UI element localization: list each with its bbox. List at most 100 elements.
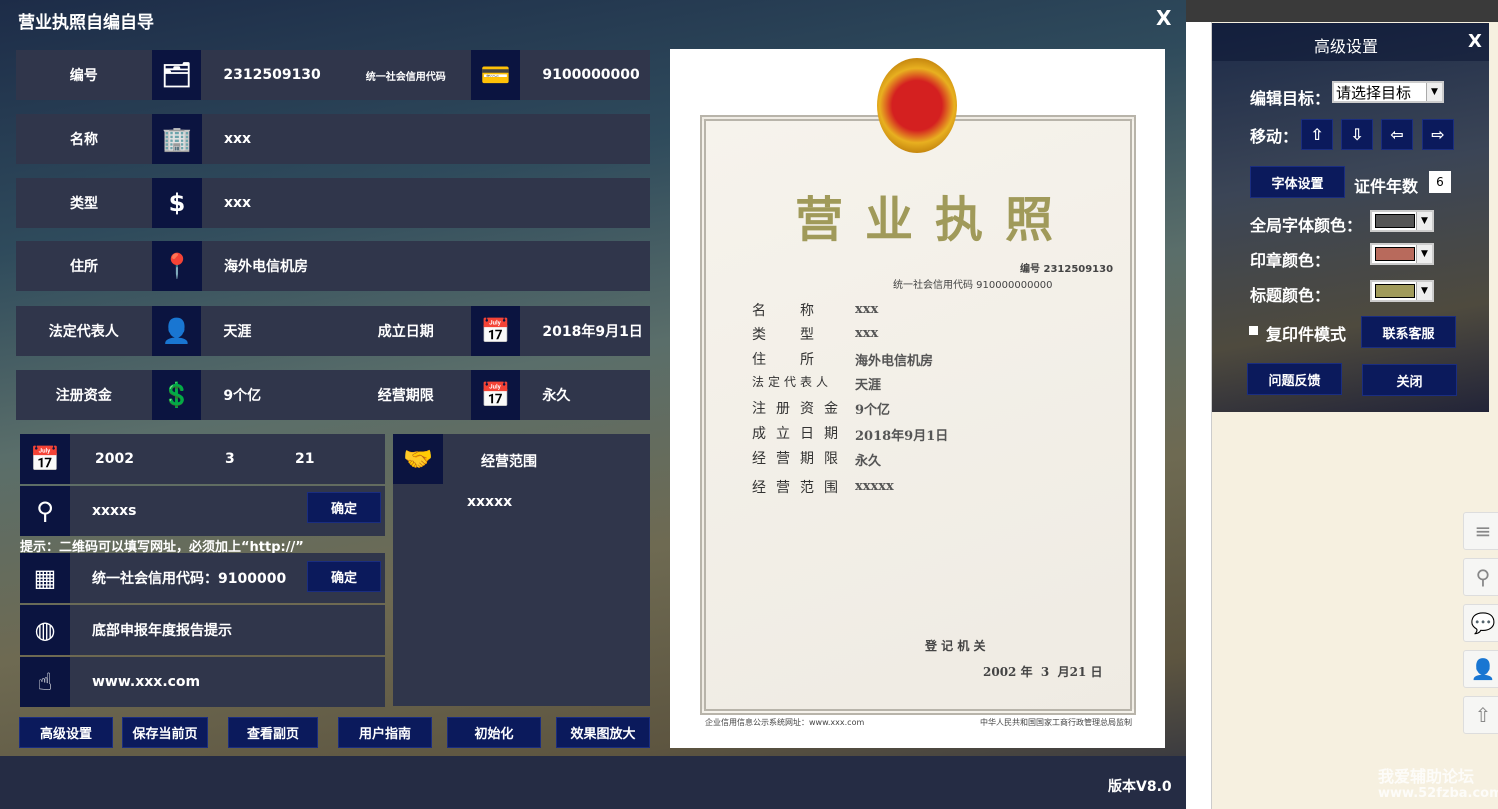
established-input[interactable]: 2018年9月1日 xyxy=(520,321,650,341)
search-icon[interactable]: ⚲ xyxy=(1463,558,1498,596)
color-swatch xyxy=(1375,284,1415,298)
chevron-down-icon: ▼ xyxy=(1416,212,1432,230)
label: 编号 xyxy=(69,68,98,84)
arrow-left-icon: ⇦ xyxy=(1390,125,1404,144)
label: 经营期限 xyxy=(377,388,434,404)
stamp-confirm-button[interactable]: 确定 xyxy=(307,492,381,523)
qr-code-icon: ▦ xyxy=(20,553,70,603)
certificate-date: 2002 年 3 月21 日 xyxy=(983,665,1103,679)
row-address: 住所 📍 海外电信机房 xyxy=(16,241,650,291)
certificate-title: 营业执照 xyxy=(795,192,1076,248)
year-input[interactable]: 2002 xyxy=(70,451,180,467)
move-up-button[interactable]: ⇧ xyxy=(1301,119,1333,150)
day-input[interactable]: 21 xyxy=(265,451,314,467)
watermark-line1: 我爱辅助论坛 xyxy=(1378,767,1475,786)
cert-field-value: 2018年9月1日 xyxy=(855,429,949,444)
user-icon[interactable]: 👤 xyxy=(1463,650,1498,688)
cert-field-label: 经营范围 xyxy=(752,480,848,496)
move-label: 移动： xyxy=(1250,127,1299,146)
copy-mode-label: 复印件模式 xyxy=(1266,325,1347,344)
cert-field-value: xxx xyxy=(855,326,879,341)
annual-report-input[interactable]: 底部申报年度报告提示 xyxy=(70,620,232,640)
years-input[interactable]: 6 xyxy=(1429,171,1451,193)
edit-target-select[interactable]: 请选择目标 ▼ xyxy=(1332,81,1444,103)
close-dialog-button[interactable]: 关闭 xyxy=(1362,364,1457,396)
save-page-button[interactable]: 保存当前页 xyxy=(122,717,208,748)
advanced-settings-dialog: 高级设置 X 编辑目标： 请选择目标 ▼ 移动： ⇧ ⇩ ⇦ ⇨ 字体设置 证件年… xyxy=(1212,23,1489,412)
label: 注册资金 xyxy=(55,388,112,404)
feedback-button[interactable]: 问题反馈 xyxy=(1247,363,1342,395)
term-input[interactable]: 永久 xyxy=(520,385,650,405)
capital-input[interactable]: 9个亿 xyxy=(201,385,341,405)
folder-icon: 🗂 xyxy=(151,50,202,100)
scope-input[interactable]: xxxxx xyxy=(467,494,512,510)
hand-pointer-icon: ☝ xyxy=(20,657,70,707)
label: 名称 xyxy=(70,132,98,148)
footer-bar xyxy=(0,756,1186,809)
credit-code-input[interactable]: 9100000000 xyxy=(520,67,650,83)
dialog-title: 高级设置 xyxy=(1314,37,1379,56)
label: 法定代表人 xyxy=(48,324,119,340)
move-right-button[interactable]: ⇨ xyxy=(1422,119,1454,150)
browser-tabbar xyxy=(1186,0,1498,22)
website-input[interactable]: www.xxx.com xyxy=(70,674,200,690)
month-input[interactable]: 3 xyxy=(180,451,265,467)
dollar-icon: 💲 xyxy=(151,370,202,420)
seal-color-picker[interactable]: ▼ xyxy=(1370,243,1434,265)
registration-authority: 登 记 机 关 xyxy=(925,639,986,653)
legal-rep-input[interactable]: 天涯 xyxy=(201,321,341,341)
reset-button[interactable]: 初始化 xyxy=(447,717,541,748)
number-input[interactable]: 2312509130 xyxy=(201,67,341,83)
emblem-icon: ◍ xyxy=(20,605,70,655)
scope-panel: 🤝 经营范围 xxxxx xyxy=(393,434,650,706)
user-guide-button[interactable]: 用户指南 xyxy=(338,717,432,748)
issue-date-row: 📅 2002 3 21 xyxy=(20,434,385,484)
title-color-picker[interactable]: ▼ xyxy=(1370,280,1434,302)
global-color-label: 全局字体颜色： xyxy=(1250,216,1363,235)
label: 成立日期 xyxy=(377,324,434,340)
font-settings-button[interactable]: 字体设置 xyxy=(1250,166,1345,198)
scope-label: 经营范围 xyxy=(481,454,537,470)
card-icon: 💳 xyxy=(470,50,521,100)
cert-field-label: 法定代表人 xyxy=(752,375,833,389)
move-left-button[interactable]: ⇦ xyxy=(1381,119,1413,150)
menu-icon[interactable]: ≡ xyxy=(1463,512,1498,550)
cert-field-value: xxxxx xyxy=(855,479,894,494)
address-input[interactable]: 海外电信机房 xyxy=(202,256,308,276)
money-hand-icon: $ xyxy=(152,178,202,228)
cert-field-value: xxx xyxy=(855,302,879,317)
copy-mode-checkbox[interactable] xyxy=(1249,326,1258,335)
main-window: 营业执照自编自导 X 编号 🗂 2312509130 统一社会信用代码 💳 91… xyxy=(0,0,1186,809)
cert-field-label: 经营期限 xyxy=(752,451,848,467)
advanced-settings-button[interactable]: 高级设置 xyxy=(19,717,113,748)
cert-field-label: 类 型 xyxy=(752,327,824,343)
row-capital: 注册资金 💲 9个亿 经营期限 📅 永久 xyxy=(16,370,650,420)
row-number: 编号 🗂 2312509130 统一社会信用代码 💳 9100000000 xyxy=(16,50,650,100)
watermark-line2: www.52fzba.com xyxy=(1378,786,1498,801)
move-down-button[interactable]: ⇩ xyxy=(1341,119,1373,150)
close-button[interactable]: X xyxy=(1156,6,1171,30)
type-input[interactable]: xxx xyxy=(202,195,251,211)
website-row: ☝ www.xxx.com xyxy=(20,657,385,707)
browser-page-strip xyxy=(1186,22,1212,809)
wechat-icon[interactable]: 💬 xyxy=(1463,604,1498,642)
row-type: 类型 $ xxx xyxy=(16,178,650,228)
title-color-label: 标题颜色： xyxy=(1250,286,1331,305)
global-color-picker[interactable]: ▼ xyxy=(1370,210,1434,232)
back-to-top-icon[interactable]: ⇧ xyxy=(1463,696,1498,734)
stamp-icon: ⚲ xyxy=(20,486,70,536)
certificate-number: 编号 2312509130 xyxy=(1020,264,1114,275)
view-copy-button[interactable]: 查看副页 xyxy=(228,717,318,748)
stamp-input[interactable]: xxxxs xyxy=(70,503,305,519)
zoom-preview-button[interactable]: 效果图放大 xyxy=(556,717,650,748)
cert-field-label: 成立日期 xyxy=(752,426,848,442)
dialog-close-button[interactable]: X xyxy=(1468,31,1482,52)
qr-input[interactable]: 统一社会信用代码：9100000 xyxy=(70,568,305,588)
seal-color-label: 印章颜色： xyxy=(1250,251,1331,270)
name-input[interactable]: xxx xyxy=(202,131,251,147)
cert-field-label: 注册资金 xyxy=(752,401,848,417)
version-label: 版本V8.0 xyxy=(1108,779,1172,795)
qr-confirm-button[interactable]: 确定 xyxy=(307,561,381,592)
cert-field-value: 海外电信机房 xyxy=(855,354,934,369)
contact-support-button[interactable]: 联系客服 xyxy=(1361,316,1456,348)
